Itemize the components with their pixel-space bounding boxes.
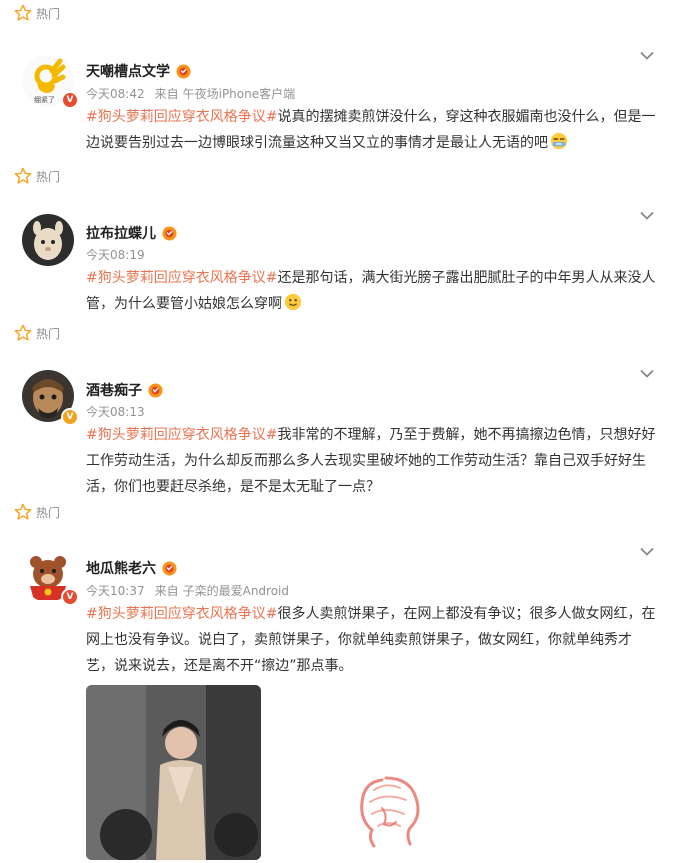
verified-badge: V (61, 408, 79, 426)
hot-section-header: 热门 (14, 324, 60, 342)
avatar[interactable] (22, 214, 74, 266)
avatar-caption: 绷紧了 (34, 96, 55, 104)
hot-label: 热门 (36, 169, 61, 184)
verified-badge: V (61, 91, 79, 109)
hot-label: 热门 (36, 505, 61, 520)
watermark-logo-icon (360, 776, 420, 848)
hashtag-link[interactable]: #狗头萝莉回应穿衣风格争议# (86, 270, 277, 286)
post-text: #狗头萝莉回应穿衣风格争议#还是那句话，满大街光膀子露出肥腻肚子的中年男人从来没… (86, 265, 656, 317)
hot-star-icon (14, 4, 32, 21)
speechless-face-emoji-icon (550, 132, 568, 150)
chevron-down-icon[interactable] (640, 211, 654, 221)
username[interactable]: 酒巷痴子 (86, 380, 142, 400)
username[interactable]: 地瓜熊老六 (86, 558, 156, 578)
post-time[interactable]: 今天08:19 (86, 246, 145, 263)
post-text: #狗头萝莉回应穿衣风格争议#说真的摆摊卖煎饼没什么，穿这种衣服媚南也没什么，但是… (86, 104, 656, 156)
member-level-icon (162, 560, 177, 576)
hot-star-icon (14, 324, 32, 341)
post-source: 午夜场iPhone客户端 (182, 86, 296, 101)
hot-label: 热门 (36, 6, 61, 21)
post-text: #狗头萝莉回应穿衣风格争议#我非常的不理解，乃至于费解，她不再搞擦边色情，只想好… (86, 422, 656, 500)
hot-star-icon (14, 503, 32, 520)
username[interactable]: 拉布拉蝶儿 (86, 223, 156, 243)
username[interactable]: 天嘲槽点文学 (86, 61, 170, 81)
hot-section-header: 热门 (14, 167, 60, 185)
hashtag-link[interactable]: #狗头萝莉回应穿衣风格争议# (86, 427, 277, 443)
hot-section-header: 热门 (14, 503, 60, 521)
chevron-down-icon[interactable] (640, 547, 654, 557)
post-time[interactable]: 今天08:13 (86, 403, 145, 420)
member-level-icon (162, 225, 177, 241)
member-level-icon (148, 382, 163, 398)
hashtag-link[interactable]: #狗头萝莉回应穿衣风格争议# (86, 606, 277, 622)
chevron-down-icon[interactable] (640, 369, 654, 379)
hot-label: 热门 (36, 326, 61, 341)
source-prefix: 来自 (154, 583, 179, 598)
smile-face-emoji-icon (284, 293, 302, 311)
hot-star-icon (14, 167, 32, 184)
source-prefix: 来自 (154, 86, 179, 101)
member-level-icon (176, 63, 191, 79)
hot-section-header: 热门 (14, 4, 60, 22)
post-time[interactable]: 今天10:37 (86, 582, 145, 599)
hashtag-link[interactable]: #狗头萝莉回应穿衣风格争议# (86, 109, 277, 125)
chevron-down-icon[interactable] (640, 51, 654, 61)
verified-badge: V (61, 588, 79, 606)
post-text: #狗头萝莉回应穿衣风格争议#很多人卖煎饼果子，在网上都没有争议；很多人做女网红，… (86, 601, 656, 679)
post-image[interactable] (86, 685, 261, 860)
post-time[interactable]: 今天08:42 (86, 85, 145, 102)
post-source: 子栾的最爱Android (182, 583, 290, 598)
